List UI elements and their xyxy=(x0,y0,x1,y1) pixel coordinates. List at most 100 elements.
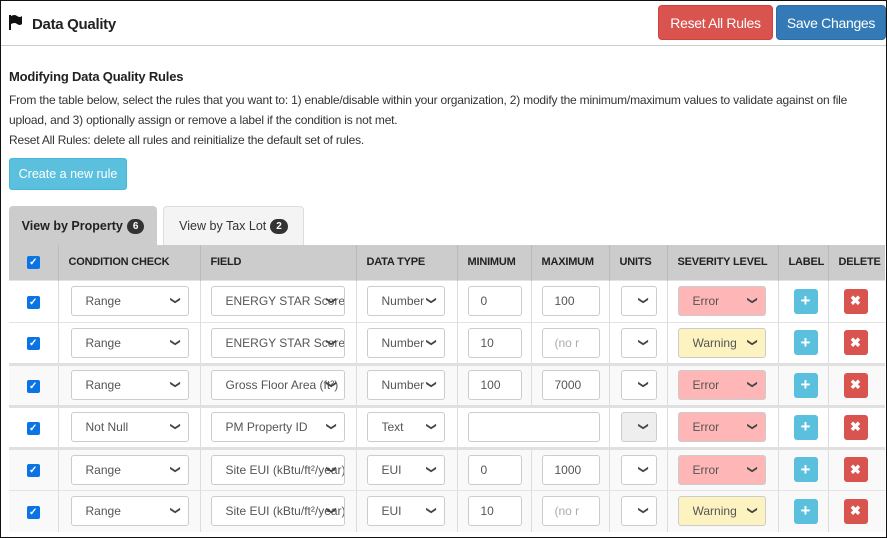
severity-select[interactable]: Error ❯ xyxy=(677,286,766,316)
rule-enabled-checkbox[interactable]: ✓ xyxy=(26,337,40,350)
table-row: ✓ Not Null ❯ PM Property ID ❯ Text ❯ ❯ Erro… xyxy=(9,404,885,448)
field-select[interactable]: Site EUI (kBtu/ft²/year) ❯ xyxy=(210,454,345,485)
data-type-select[interactable]: Number ❯ xyxy=(366,286,445,316)
rule-enabled-checkbox[interactable]: ✓ xyxy=(26,505,40,519)
units-select[interactable]: ❯ xyxy=(620,370,657,400)
condition-select[interactable]: Range ❯ xyxy=(70,286,189,316)
data-type-select[interactable]: Number ❯ xyxy=(366,370,445,400)
chevron-down-icon: ❯ xyxy=(169,337,181,347)
delete-rule-button[interactable]: ✖ xyxy=(843,372,868,398)
rule-enabled-checkbox[interactable]: ✓ xyxy=(26,379,40,393)
add-label-button[interactable]: + xyxy=(793,372,818,398)
intro: Modifying Data Quality Rules From the ta… xyxy=(9,69,879,150)
field-select[interactable]: PM Property ID ❯ xyxy=(210,412,345,442)
intro-text: From the table below, select the rules t… xyxy=(9,93,848,127)
chevron-down-icon: ❯ xyxy=(425,296,437,305)
units-select[interactable]: ❯ xyxy=(620,454,657,485)
severity-select[interactable]: Error ❯ xyxy=(677,454,766,485)
rules-table: ✓ CONDITION CHECK FIELD DATA TYPE MINIMU… xyxy=(9,245,885,532)
column-header: UNITS xyxy=(608,245,667,280)
field-select[interactable]: Gross Floor Area (ft²) ❯ xyxy=(210,370,345,400)
reset-note: Reset All Rules: delete all rules and re… xyxy=(9,133,365,147)
column-header: DELETE xyxy=(827,245,885,280)
condition-select[interactable]: Not Null ❯ xyxy=(70,412,189,442)
maximum-input[interactable]: 7000 xyxy=(541,370,600,400)
data-type-select[interactable]: EUI ❯ xyxy=(366,496,445,527)
severity-select[interactable]: Error ❯ xyxy=(677,412,766,442)
delete-rule-button[interactable]: ✖ xyxy=(843,288,868,314)
chevron-down-icon: ❯ xyxy=(169,296,181,305)
units-select[interactable]: ❯ xyxy=(620,412,657,442)
field-select[interactable]: ENERGY STAR Score ❯ xyxy=(210,327,345,358)
data-type-select[interactable]: Text ❯ xyxy=(366,412,445,442)
condition-select[interactable]: Range ❯ xyxy=(70,327,189,358)
column-header: SEVERITY LEVEL xyxy=(666,245,778,280)
condition-select[interactable]: Range ❯ xyxy=(70,496,189,527)
column-header: MINIMUM xyxy=(456,245,531,280)
maximum-input[interactable]: 1000 xyxy=(541,454,600,485)
tab-view-by-property[interactable]: View by Property 6 xyxy=(9,206,157,245)
units-select[interactable]: ❯ xyxy=(620,286,657,316)
maximum-input[interactable]: (no r xyxy=(541,496,600,527)
table-header: ✓ CONDITION CHECK FIELD DATA TYPE MINIMU… xyxy=(9,245,885,280)
rule-enabled-checkbox[interactable]: ✓ xyxy=(26,464,40,477)
maximum-input[interactable]: 100 xyxy=(541,286,600,316)
add-label-button[interactable]: + xyxy=(793,414,818,440)
data-type-select[interactable]: Number ❯ xyxy=(366,327,445,358)
maximum-input[interactable]: (no r xyxy=(541,327,600,358)
select-all-checkbox[interactable]: ✓ xyxy=(26,255,40,269)
delete-rule-button[interactable]: ✖ xyxy=(843,330,868,355)
chevron-down-icon: ❯ xyxy=(325,337,337,347)
count-badge: 6 xyxy=(126,218,145,234)
plus-icon: + xyxy=(800,375,811,394)
flag-icon xyxy=(9,15,22,34)
field-select[interactable]: ENERGY STAR Score ❯ xyxy=(210,286,345,316)
chevron-down-icon: ❯ xyxy=(325,422,337,431)
minimum-input[interactable]: 100 xyxy=(467,370,522,400)
column-header: DATA TYPE xyxy=(355,245,457,280)
minimum-input[interactable]: 0 xyxy=(467,454,522,485)
chevron-down-icon: ❯ xyxy=(746,464,758,474)
min-max-disabled xyxy=(467,412,600,442)
delete-rule-button[interactable]: ✖ xyxy=(843,414,868,440)
close-icon: ✖ xyxy=(850,293,861,308)
chevron-down-icon: ❯ xyxy=(637,296,649,305)
rule-enabled-checkbox[interactable]: ✓ xyxy=(26,295,40,309)
delete-rule-button[interactable]: ✖ xyxy=(843,457,868,482)
count-badge: 2 xyxy=(270,218,288,234)
severity-select[interactable]: Error ❯ xyxy=(677,370,766,400)
chevron-down-icon: ❯ xyxy=(746,422,758,431)
minimum-input[interactable]: 10 xyxy=(467,327,522,358)
add-label-button[interactable]: + xyxy=(793,457,818,482)
severity-select[interactable]: Warning ❯ xyxy=(677,327,766,358)
severity-select[interactable]: Warning ❯ xyxy=(677,496,766,527)
rule-enabled-checkbox[interactable]: ✓ xyxy=(26,421,40,435)
chevron-down-icon: ❯ xyxy=(325,380,337,389)
close-icon: ✖ xyxy=(850,503,861,519)
minimum-input[interactable]: 0 xyxy=(467,286,522,316)
units-select[interactable]: ❯ xyxy=(620,496,657,527)
close-icon: ✖ xyxy=(850,334,861,350)
tab-label: View by Property xyxy=(21,219,123,233)
save-changes-button[interactable]: Save Changes xyxy=(776,5,886,40)
condition-select[interactable]: Range ❯ xyxy=(70,370,189,400)
create-rule-button[interactable]: Create a new rule xyxy=(9,158,127,190)
units-select[interactable]: ❯ xyxy=(620,327,657,358)
add-label-button[interactable]: + xyxy=(793,288,818,314)
reset-all-rules-button[interactable]: Reset All Rules xyxy=(658,5,773,40)
data-quality-window: Data Quality Reset All Rules Save Change… xyxy=(0,0,887,538)
minimum-input[interactable]: 10 xyxy=(467,496,522,527)
chevron-down-icon: ❯ xyxy=(637,337,649,347)
table-row: ✓ Range ❯ ENERGY STAR Score ❯ Number ❯ 10 (n… xyxy=(9,321,885,364)
delete-rule-button[interactable]: ✖ xyxy=(843,498,868,524)
field-select[interactable]: Site EUI (kBtu/ft²/year) ❯ xyxy=(210,496,345,527)
chevron-down-icon: ❯ xyxy=(746,296,758,305)
add-label-button[interactable]: + xyxy=(793,330,818,355)
condition-select[interactable]: Range ❯ xyxy=(70,454,189,485)
chevron-down-icon: ❯ xyxy=(637,380,649,389)
tab-view-by-tax-lot[interactable]: View by Tax Lot 2 xyxy=(163,206,304,245)
close-icon: ✖ xyxy=(850,377,861,392)
table-row: ✓ Range ❯ Site EUI (kBtu/ft²/year) ❯ EUI ❯ … xyxy=(9,489,885,532)
add-label-button[interactable]: + xyxy=(793,498,818,524)
data-type-select[interactable]: EUI ❯ xyxy=(366,454,445,485)
